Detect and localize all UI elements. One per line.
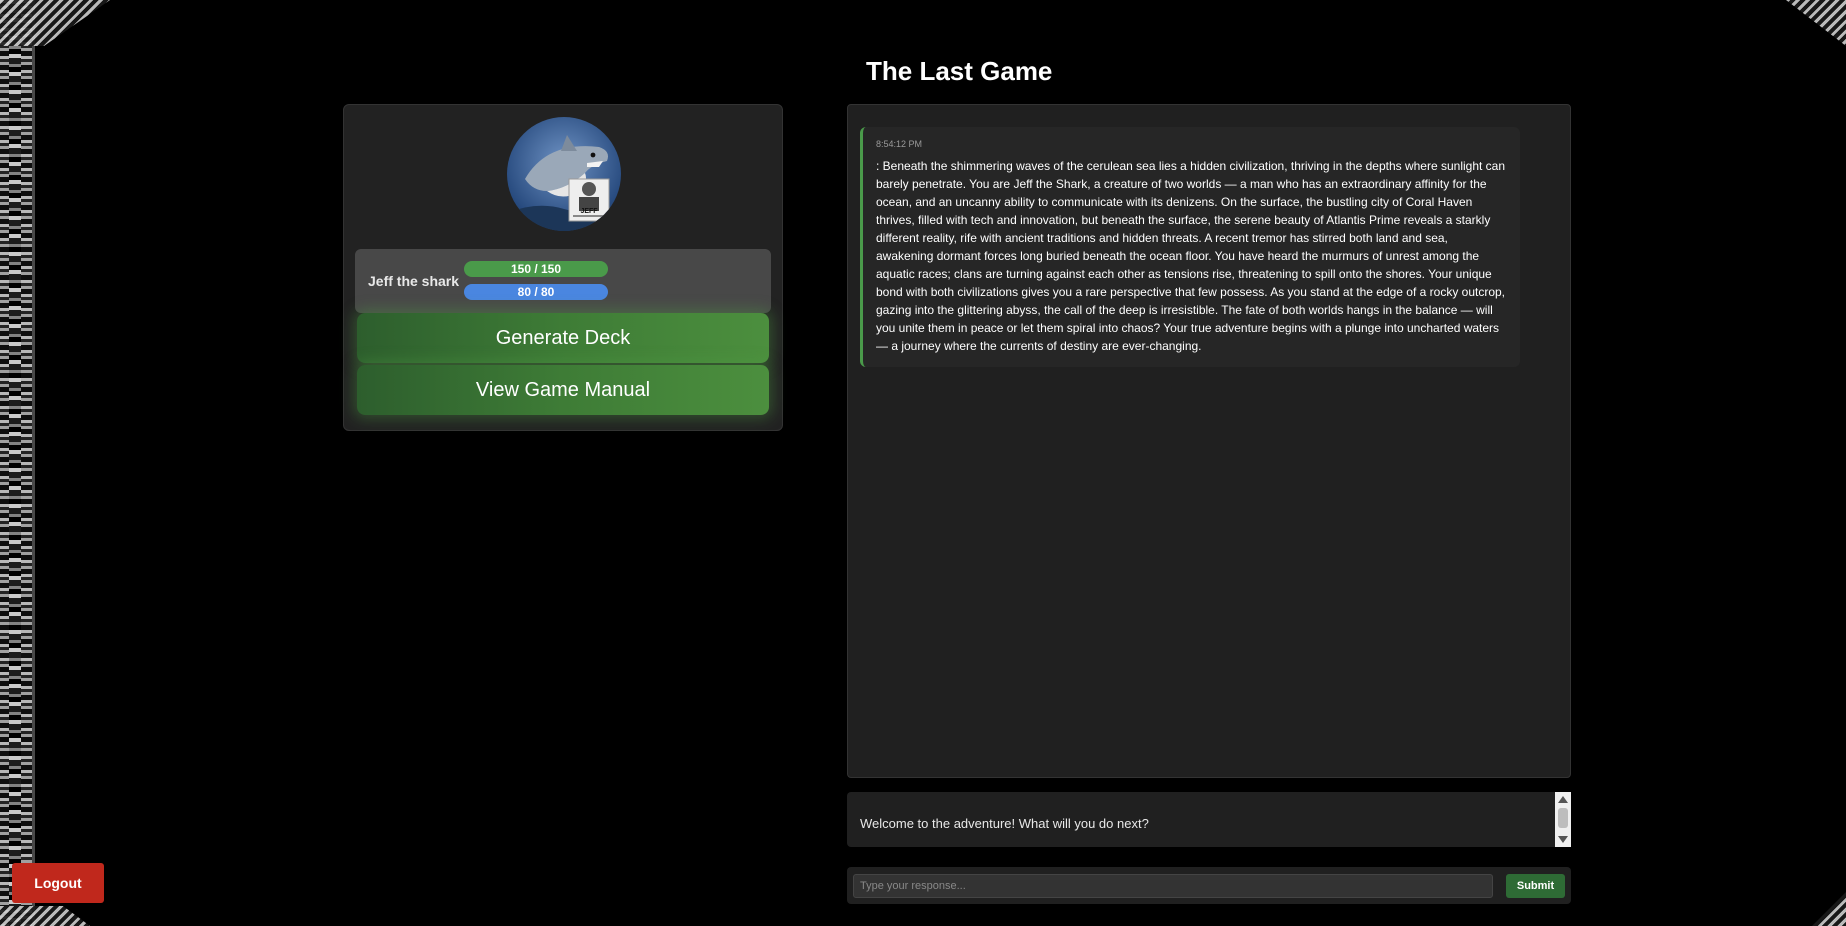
shark-avatar-image: JEFF xyxy=(507,135,621,231)
character-stats: Jeff the shark 150 / 150 80 / 80 xyxy=(355,249,771,313)
story-message: 8:54:12 PM : Beneath the shimmering wave… xyxy=(860,127,1520,367)
generate-deck-button[interactable]: Generate Deck xyxy=(357,313,769,363)
logout-button[interactable]: Logout xyxy=(12,863,104,903)
game-page: The Last Game JEFF Jeff the shark 150 / … xyxy=(0,0,1846,926)
response-form: Submit xyxy=(847,867,1571,904)
character-panel: JEFF Jeff the shark 150 / 150 80 / 80 Ge… xyxy=(343,104,783,431)
ornate-corner-bottom-right xyxy=(1812,892,1846,926)
view-game-manual-button[interactable]: View Game Manual xyxy=(357,365,769,415)
response-input[interactable] xyxy=(853,874,1493,898)
prompt-box: Welcome to the adventure! What will you … xyxy=(847,792,1571,847)
ornate-corner-top-left xyxy=(0,0,110,46)
scroll-down-arrow-icon[interactable] xyxy=(1558,836,1568,843)
health-bar: 150 / 150 xyxy=(464,261,608,277)
mana-bar: 80 / 80 xyxy=(464,284,608,300)
ornate-border-left xyxy=(0,0,35,926)
avatar-badge-text: JEFF xyxy=(580,208,598,215)
message-text: : Beneath the shimmering waves of the ce… xyxy=(876,159,1506,353)
scroll-thumb[interactable] xyxy=(1558,808,1568,828)
ornate-corner-bottom-left xyxy=(0,906,90,926)
welcome-text: Welcome to the adventure! What will you … xyxy=(860,816,1149,831)
scroll-up-arrow-icon[interactable] xyxy=(1558,796,1568,803)
prompt-scrollbar[interactable] xyxy=(1555,792,1571,847)
message-timestamp: 8:54:12 PM xyxy=(876,139,923,149)
page-title: The Last Game xyxy=(866,56,1053,86)
submit-button[interactable]: Submit xyxy=(1506,874,1565,898)
ornate-corner-top-right xyxy=(1786,0,1846,46)
character-avatar: JEFF xyxy=(507,117,621,231)
story-log[interactable]: 8:54:12 PM : Beneath the shimmering wave… xyxy=(847,104,1571,778)
character-name: Jeff the shark xyxy=(368,273,460,289)
